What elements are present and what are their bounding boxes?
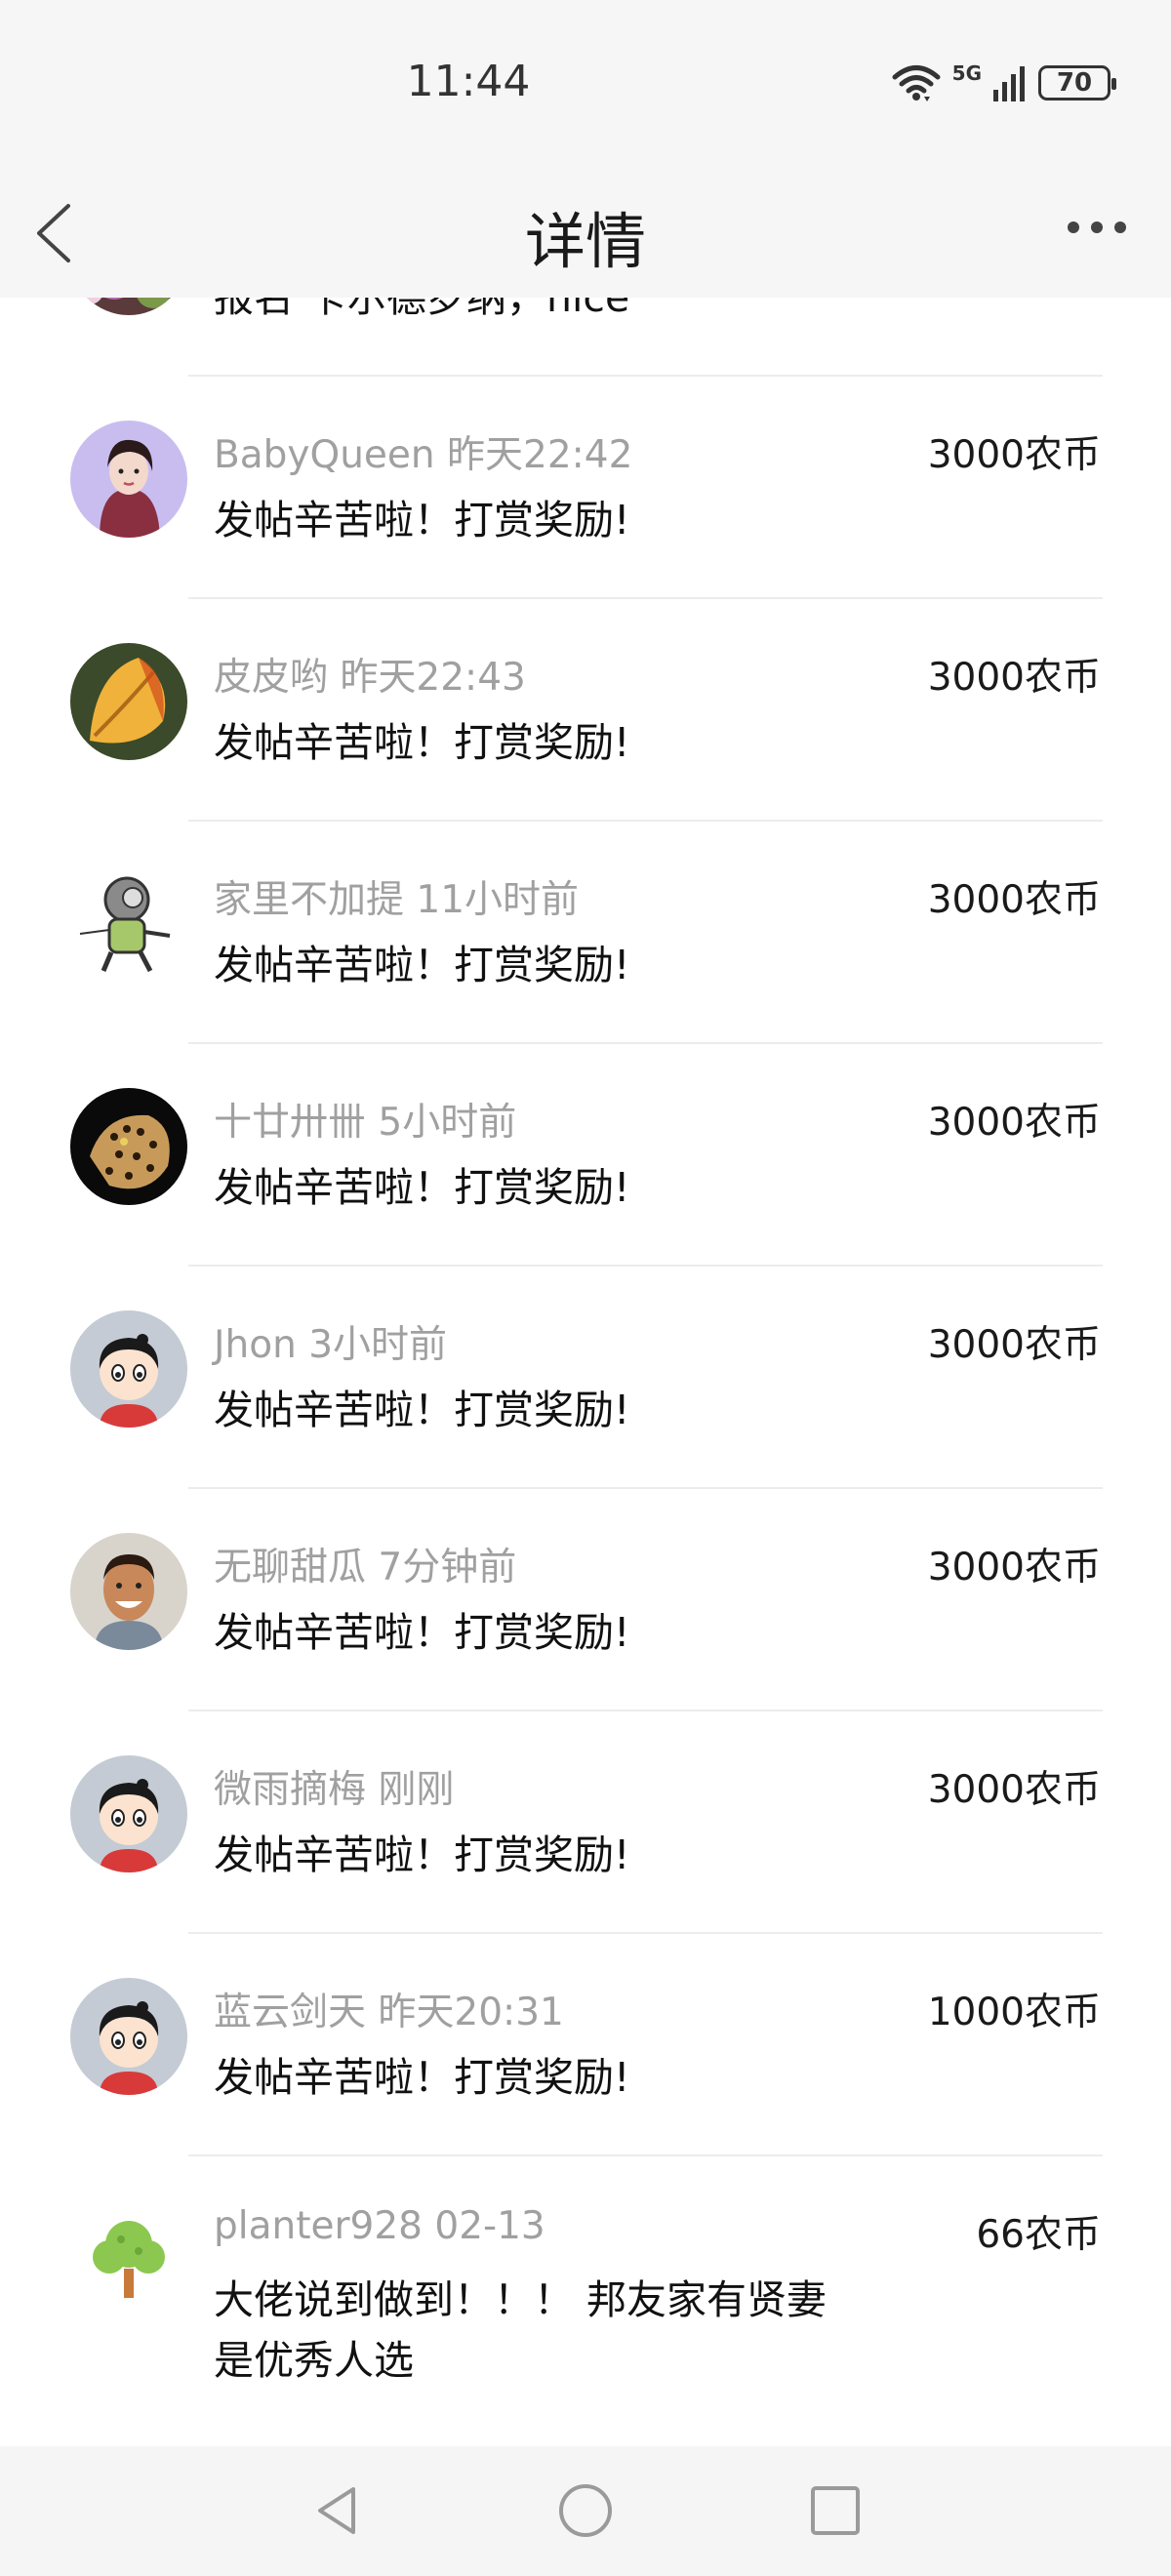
list-item[interactable]: 微雨摘梅 刚刚 3000农币 发帖辛苦啦！打赏奖励! <box>0 1711 1171 1934</box>
flowers-avatar[interactable] <box>70 298 187 315</box>
astronaut-cartoon-avatar[interactable] <box>70 865 187 983</box>
list-item[interactable]: Jhon 3小时前 3000农币 发帖辛苦啦！打赏奖励! <box>0 1267 1171 1489</box>
reward-user: 十廿卅卌 <box>214 1101 367 1145</box>
reward-user-meta: Jhon 3小时前 <box>214 1314 447 1369</box>
reward-message: 大佬说到做到！！！ 邦友家有贤妻是优秀人选 <box>214 2276 828 2384</box>
reward-user-meta: planter928 02-13 <box>214 2204 545 2248</box>
autumn-leaf-avatar[interactable] <box>70 643 187 760</box>
reward-time: 02-13 <box>434 2204 545 2248</box>
reward-amount: 3000农币 <box>927 1323 1101 1367</box>
list-item[interactable]: 蓝云剑天 昨天20:31 1000农币 发帖辛苦啦！打赏奖励! <box>0 1934 1171 2156</box>
reward-message: 发帖辛苦啦！打赏奖励! <box>214 2054 630 2101</box>
reward-amount: 1000农币 <box>927 1991 1101 2034</box>
reward-user-meta: 家里不加提 11小时前 <box>214 869 579 924</box>
reward-message: 发帖辛苦啦！打赏奖励! <box>214 497 630 543</box>
default-cartoon-avatar[interactable] <box>70 1755 187 1872</box>
reward-time: 5小时前 <box>378 1101 517 1145</box>
reward-user: 皮皮哟 <box>214 656 329 700</box>
reward-message: 发帖辛苦啦！打赏奖励! <box>214 1609 630 1656</box>
more-dots-icon[interactable] <box>1068 221 1126 233</box>
reward-amount: 3000农币 <box>927 433 1101 477</box>
list-item[interactable]: 十廿卅卌 5小时前 3000农币 发帖辛苦啦！打赏奖励! <box>0 1044 1171 1267</box>
battery-icon: 70 <box>1038 65 1116 101</box>
status-time: 11:44 <box>406 57 531 106</box>
signal-icon <box>993 66 1025 101</box>
reward-user: Jhon <box>214 1323 297 1367</box>
default-cartoon-avatar[interactable] <box>70 1978 187 2095</box>
woman-portrait-avatar[interactable] <box>70 421 187 538</box>
reward-user: 家里不加提 <box>214 878 405 922</box>
circle-home-icon[interactable] <box>556 2481 615 2540</box>
system-nav-bar <box>0 2446 1171 2576</box>
reward-user: planter928 <box>214 2204 423 2248</box>
tree-avatar[interactable] <box>70 2200 187 2317</box>
triangle-back-icon[interactable] <box>308 2481 367 2540</box>
reward-time: 昨天22:42 <box>447 433 633 477</box>
smiling-man-avatar[interactable] <box>70 1533 187 1650</box>
reward-user-meta: 皮皮哟 昨天22:43 <box>214 647 526 702</box>
reward-amount: 66农币 <box>976 2213 1101 2257</box>
list-item[interactable]: 无聊甜瓜 7分钟前 3000农币 发帖辛苦啦！打赏奖励! <box>0 1489 1171 1711</box>
status-icons: 5G 70 <box>892 61 1116 101</box>
reward-time: 3小时前 <box>308 1323 448 1367</box>
reward-user-meta: 无聊甜瓜 7分钟前 <box>214 1537 516 1591</box>
leopard-avatar[interactable] <box>70 1088 187 1205</box>
reward-message: 发帖辛苦啦！打赏奖励! <box>214 1387 630 1433</box>
reward-message: 发帖辛苦啦！打赏奖励! <box>214 719 630 766</box>
reward-user-meta: 微雨摘梅 刚刚 <box>214 1759 454 1814</box>
reward-time: 昨天22:43 <box>340 656 526 700</box>
reward-amount: 3000农币 <box>927 1768 1101 1812</box>
battery-level: 70 <box>1056 68 1093 98</box>
reward-amount: 3000农币 <box>927 1101 1101 1145</box>
reward-amount: 3000农币 <box>927 1546 1101 1590</box>
reward-user-meta: BabyQueen 昨天22:42 <box>214 424 632 479</box>
status-bar: 11:44 5G 70 <box>0 0 1171 171</box>
reward-user: 蓝云剑天 <box>214 1991 367 2034</box>
reward-message: 发帖辛苦啦！打赏奖励! <box>214 1831 630 1878</box>
square-recent-icon[interactable] <box>806 2481 865 2540</box>
wifi-icon <box>892 65 941 101</box>
reward-message: 发帖辛苦啦！打赏奖励! <box>214 1164 630 1211</box>
reward-amount: 3000农币 <box>927 656 1101 700</box>
reward-time: 昨天20:31 <box>378 1991 564 2034</box>
reward-amount: 3000农币 <box>927 878 1101 922</box>
reward-user: BabyQueen <box>214 433 435 477</box>
list-item[interactable]: planter928 02-13 66农币 大佬说到做到！！！ 邦友家有贤妻是优… <box>0 2156 1171 2410</box>
page-title: 详情 <box>524 206 646 277</box>
reward-user-meta: 十廿卅卌 5小时前 <box>214 1092 516 1147</box>
header: 详情 <box>0 171 1171 298</box>
reward-message: 发帖辛苦啦！打赏奖励! <box>214 942 630 988</box>
reward-time: 11小时前 <box>416 878 580 922</box>
list-item[interactable]: 皮皮哟 昨天22:43 3000农币 发帖辛苦啦！打赏奖励! <box>0 599 1171 822</box>
reward-user: 微雨摘梅 <box>214 1768 367 1812</box>
reward-user: 无聊甜瓜 <box>214 1546 367 1590</box>
reward-message: 报名 卡尔德罗纳，nice <box>214 298 630 321</box>
list-item[interactable]: 报名 卡尔德罗纳，nice <box>0 298 1171 377</box>
network-type: 5G <box>951 61 982 85</box>
reward-time: 7分钟前 <box>378 1546 517 1590</box>
list-item[interactable]: 家里不加提 11小时前 3000农币 发帖辛苦啦！打赏奖励! <box>0 822 1171 1044</box>
reward-list[interactable]: 报名 卡尔德罗纳，nice BabyQueen 昨天22:42 3000农币 发… <box>0 298 1171 2446</box>
reward-user-meta: 蓝云剑天 昨天20:31 <box>214 1982 564 2036</box>
default-cartoon-avatar[interactable] <box>70 1310 187 1428</box>
list-item[interactable]: BabyQueen 昨天22:42 3000农币 发帖辛苦啦！打赏奖励! <box>0 377 1171 599</box>
reward-time: 刚刚 <box>378 1768 455 1812</box>
